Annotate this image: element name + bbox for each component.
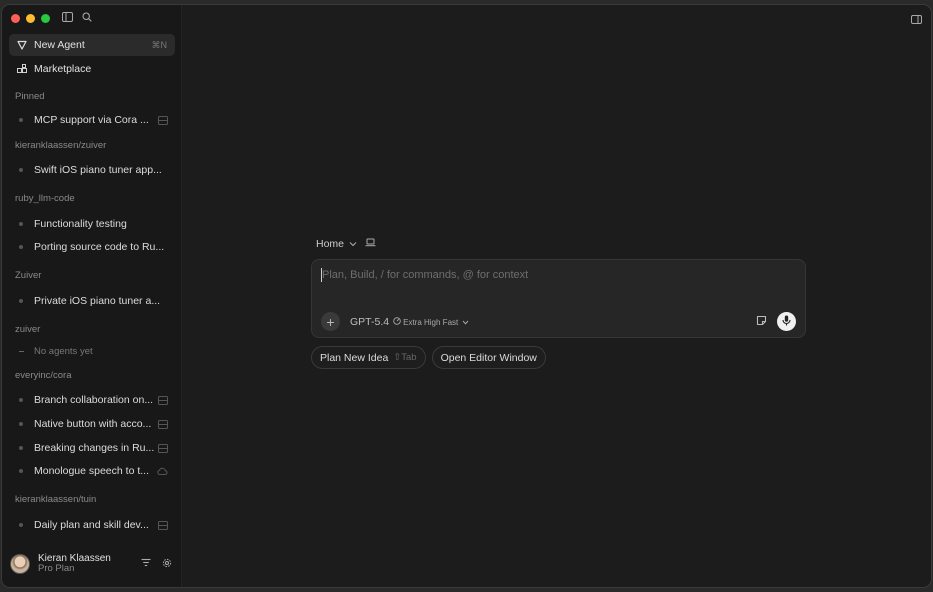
empty-agents-item: No agents yet [9,340,175,362]
agent-item[interactable]: Native button with acco... [9,413,175,435]
open-editor-window-button[interactable]: Open Editor Window [431,346,546,369]
agent-item[interactable]: Monologue speech to t... [9,460,175,482]
agent-item-label: MCP support via Cora ... [34,114,149,126]
minimize-window-button[interactable] [26,14,35,23]
app-window: New Agent ⌘N Marketplace Pinned MCP supp… [1,4,932,588]
sidebar-toggle-icon[interactable] [62,12,73,22]
zoom-window-button[interactable] [41,14,50,23]
microphone-icon [782,315,791,329]
plan-new-idea-button[interactable]: Plan New Idea ⇧Tab [311,346,426,369]
status-dot [19,168,23,172]
agent-item[interactable]: Swift iOS piano tuner app... [9,159,175,181]
agent-item-label: Branch collaboration on... [34,394,154,406]
status-dot [19,446,23,450]
chevron-down-icon [349,238,357,250]
voice-input-button[interactable] [777,312,796,331]
agent-item-label: Daily plan and skill dev... [34,519,149,531]
marketplace-icon [17,64,27,74]
search-icon[interactable] [82,12,92,22]
agent-item-label: Swift iOS piano tuner app... [34,164,162,176]
speed-label: Extra High Fast [403,317,459,327]
filter-icon[interactable] [141,558,151,571]
stack-icon [158,520,168,530]
agent-item[interactable]: Functionality testing [9,213,175,235]
agent-item[interactable]: Branch collaboration on... [9,389,175,411]
agent-item[interactable]: Breaking changes in Ru... [9,437,175,459]
prompt-input[interactable]: Plan, Build, / for commands, @ for conte… [322,269,528,281]
agent-item[interactable]: Daily plan and skill dev... [9,514,175,536]
new-agent-shortcut: ⌘N [151,39,168,50]
group-header-repo: everyinc/cora [15,370,72,381]
dash-icon [19,350,24,352]
marketplace-button[interactable]: Marketplace [9,58,175,80]
close-window-button[interactable] [11,14,20,23]
sidebar: New Agent ⌘N Marketplace Pinned MCP supp… [2,5,182,587]
group-header-repo: zuiver [15,324,41,335]
empty-agents-label: No agents yet [34,345,93,357]
status-dot [19,422,23,426]
main-area: Home Plan, Build, / for commands, @ for … [183,5,931,587]
laptop-icon[interactable] [365,238,376,250]
right-panel-toggle-icon[interactable] [911,15,922,27]
model-name: GPT-5.4 [350,316,390,328]
prompt-composer[interactable]: Plan, Build, / for commands, @ for conte… [311,259,806,338]
open-editor-window-label: Open Editor Window [440,351,537,364]
new-agent-label: New Agent [34,39,85,51]
plan-new-idea-shortcut: ⇧Tab [393,352,417,363]
status-dot [19,245,23,249]
new-agent-button[interactable]: New Agent ⌘N [9,34,175,56]
model-selector[interactable]: GPT-5.4 Extra High Fast [350,316,469,328]
status-dot [19,398,23,402]
status-dot [19,299,23,303]
add-attachment-button[interactable]: + [321,312,340,331]
group-header-pinned: Pinned [15,91,45,102]
group-header-repo: Zuiver [15,270,42,281]
agent-item-label: Monologue speech to t... [34,465,149,477]
quick-actions: Plan New Idea ⇧Tab Open Editor Window [311,346,546,369]
avatar[interactable] [10,554,30,574]
stack-icon [158,115,168,125]
agent-item[interactable]: MCP support via Cora ... [9,109,175,131]
agent-item-label: Private iOS piano tuner a... [34,295,161,307]
note-icon[interactable] [756,315,767,329]
window-controls [11,14,50,23]
group-header-repo: kieranklaassen/tuin [15,494,97,505]
location-selector[interactable]: Home [316,238,376,250]
agent-item-label: Breaking changes in Ru... [34,442,155,454]
new-agent-icon [17,40,27,50]
agent-item-label: Functionality testing [34,218,127,230]
chevron-down-icon [462,316,469,328]
group-header-repo: ruby_llm-code [15,193,75,204]
status-dot [19,523,23,527]
stack-icon [158,395,168,405]
group-header-repo: kieranklaassen/zuiver [15,140,107,151]
user-profile[interactable]: Kieran Klaassen Pro Plan [10,550,176,578]
agent-item[interactable]: Porting source code to Ru... [9,236,175,258]
status-dot [19,222,23,226]
speed-gauge-icon [393,317,401,327]
agent-item-label: Porting source code to Ru... [34,241,165,253]
agent-item-label: Native button with acco... [34,418,152,430]
location-label: Home [316,238,345,250]
stack-icon [158,443,168,453]
stack-icon [158,419,168,429]
marketplace-label: Marketplace [34,63,92,75]
user-plan: Pro Plan [38,563,75,575]
cloud-icon [157,467,168,475]
agent-item[interactable]: Private iOS piano tuner a... [9,290,175,312]
status-dot [19,118,23,122]
status-dot [19,469,23,473]
gear-icon[interactable] [162,558,172,571]
plan-new-idea-label: Plan New Idea [320,351,389,364]
